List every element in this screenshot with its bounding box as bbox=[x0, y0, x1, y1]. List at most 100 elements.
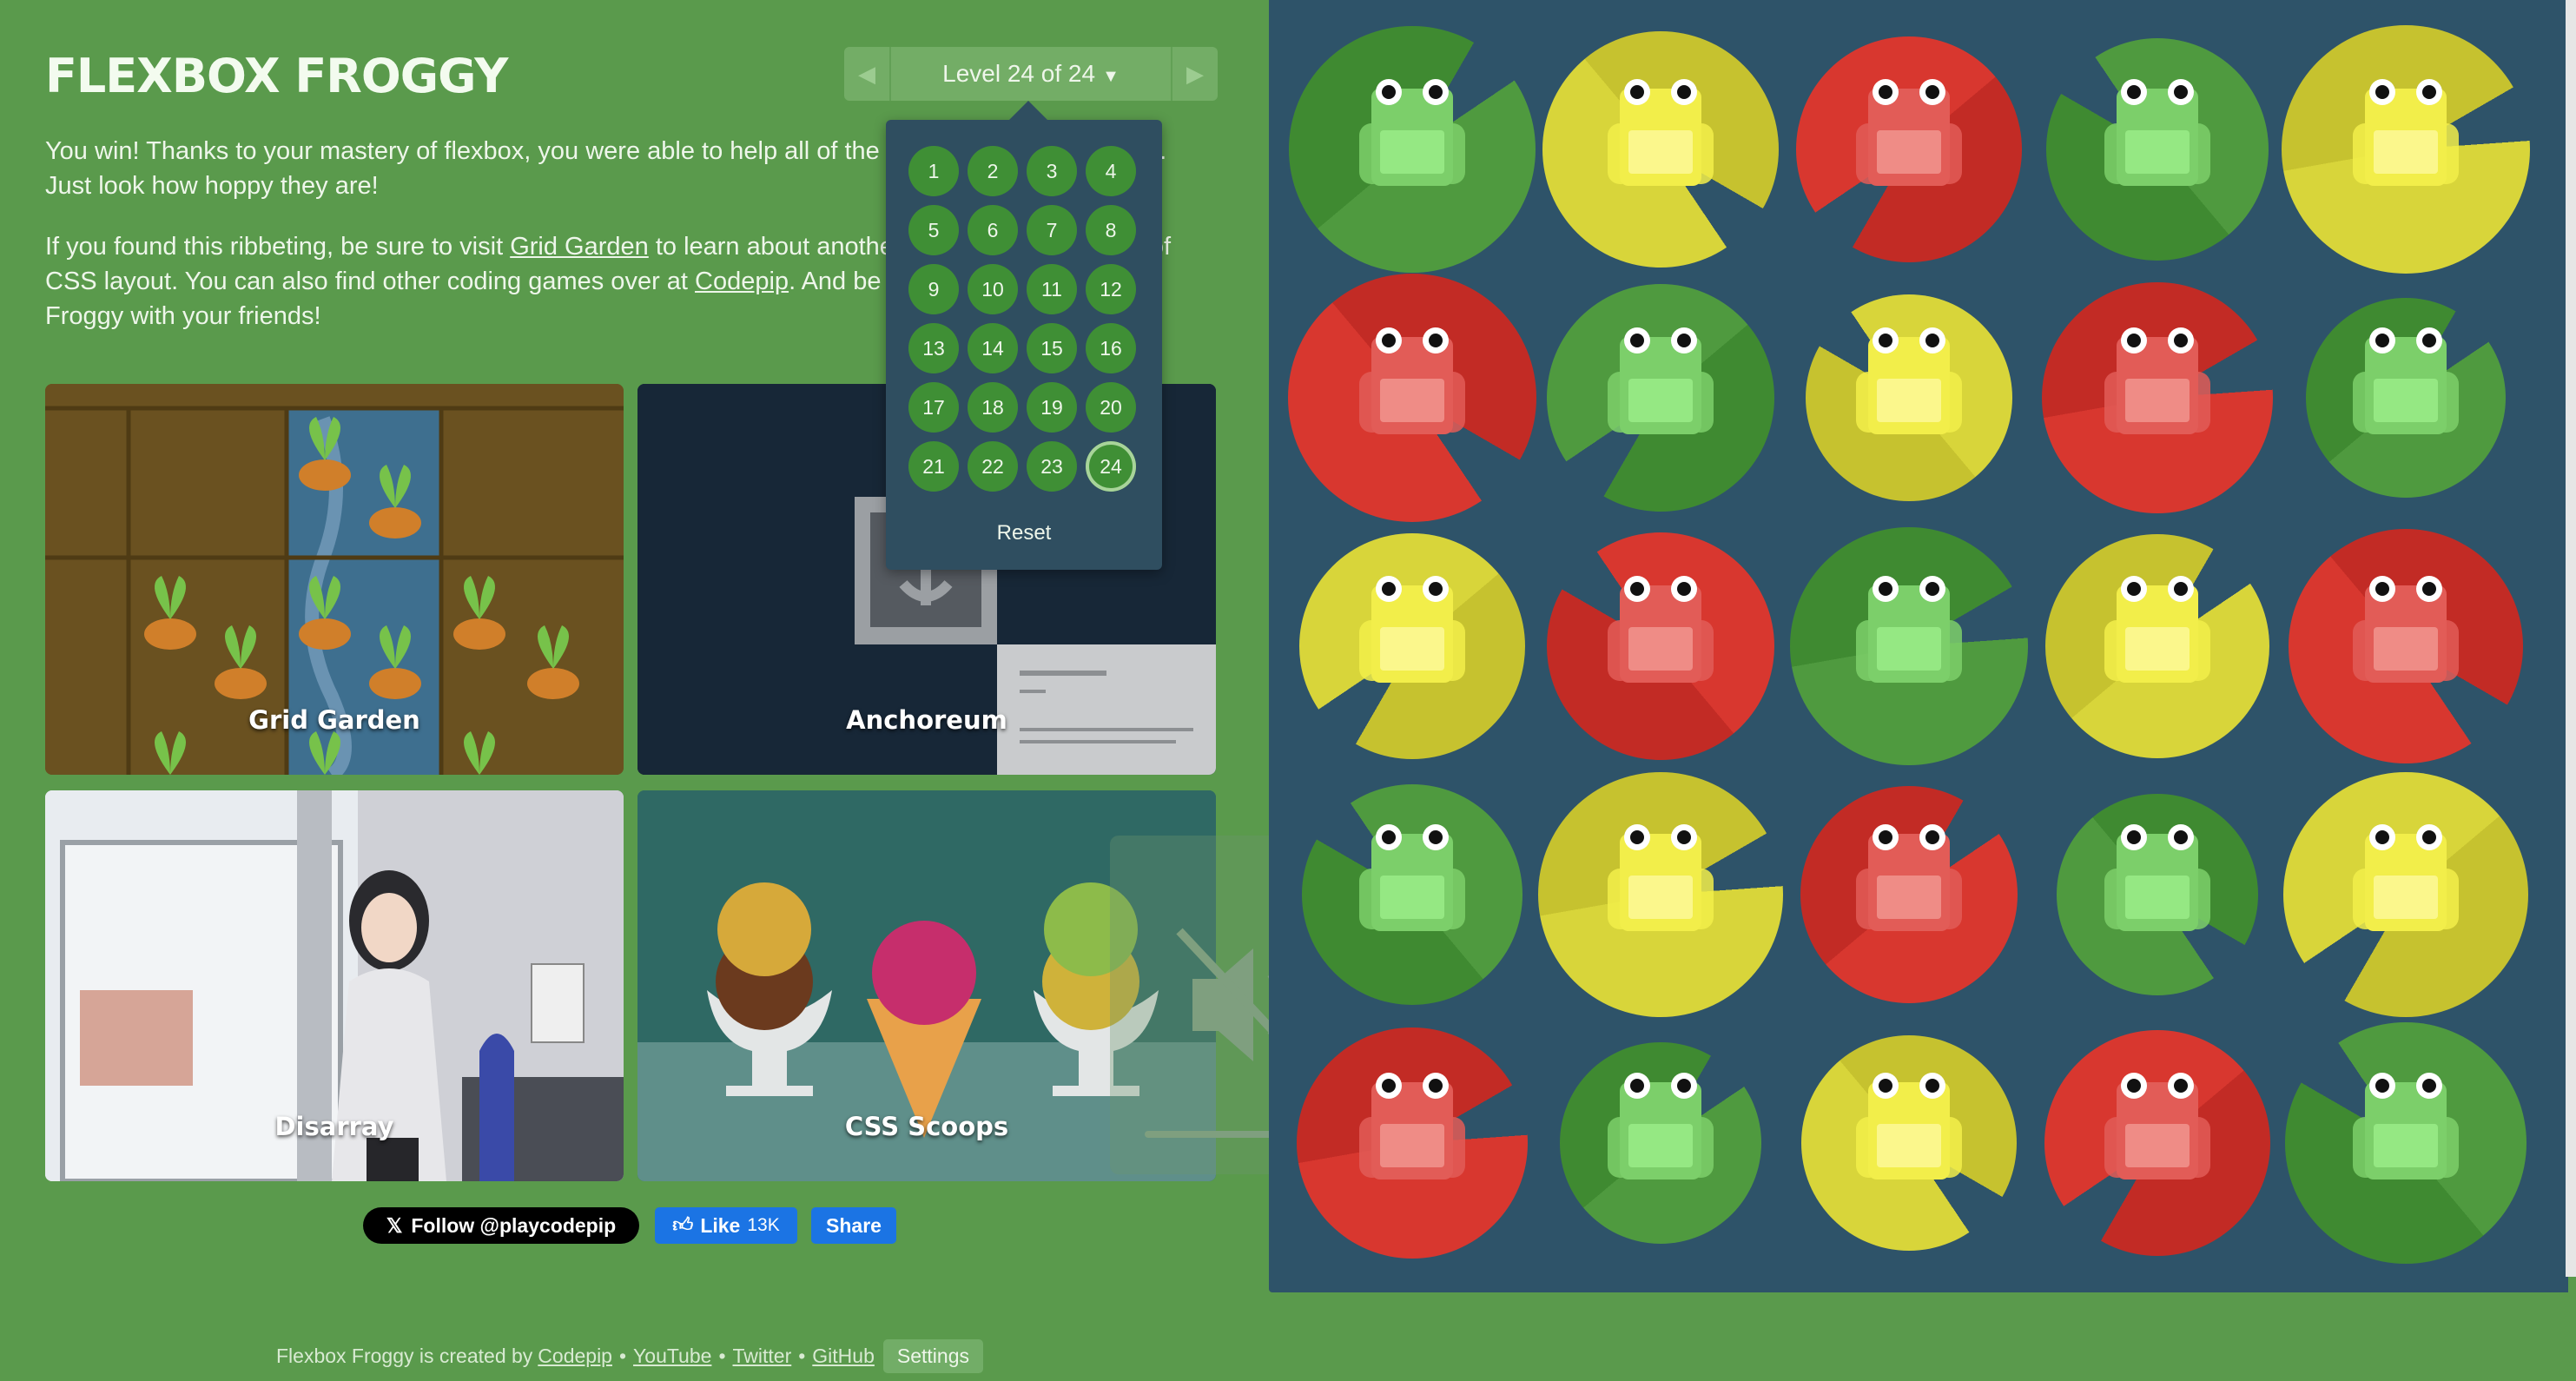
pond-board bbox=[1269, 0, 2568, 1292]
lilypad-yellow bbox=[2282, 25, 2530, 274]
level-button-8[interactable]: 8 bbox=[1086, 205, 1136, 255]
lilypad-yellow bbox=[1542, 31, 1779, 268]
caret-down-icon: ▼ bbox=[1102, 67, 1120, 86]
disarray-label: Disarray bbox=[274, 1112, 394, 1141]
triangle-left-icon[interactable]: ◀ bbox=[844, 47, 891, 101]
level-button-13[interactable]: 13 bbox=[908, 323, 959, 373]
frog-red bbox=[1359, 1073, 1465, 1179]
follow-label: Follow @playcodepip bbox=[411, 1213, 617, 1237]
level-dropdown: 1 2 3 4 5 6 7 8 9 10 11 12 13 14 15 16 17 18 19 20 21 22 23 24 … bbox=[886, 101, 1162, 570]
level-button-17[interactable]: 17 bbox=[908, 382, 959, 433]
level-button-16[interactable]: 16 bbox=[1086, 323, 1136, 373]
frog-yellow bbox=[1608, 824, 1714, 931]
thumbs-up-icon: 👍︎ bbox=[672, 1213, 694, 1236]
level-button-14[interactable]: 14 bbox=[968, 323, 1018, 373]
frog-red bbox=[1359, 327, 1465, 434]
level-button-4[interactable]: 4 bbox=[1086, 146, 1136, 196]
lilypad-yellow bbox=[2283, 772, 2528, 1017]
lilypad-red bbox=[2044, 1030, 2270, 1256]
frog-green bbox=[1359, 79, 1465, 186]
frog-green bbox=[1608, 327, 1714, 434]
codepip-link[interactable]: Codepip bbox=[695, 268, 789, 295]
level-button-19[interactable]: 19 bbox=[1027, 382, 1077, 433]
frog-yellow bbox=[2104, 576, 2210, 683]
frog-red bbox=[2104, 327, 2210, 434]
frog-yellow bbox=[1608, 79, 1714, 186]
disarray-card[interactable]: Disarray bbox=[45, 790, 624, 1181]
lilypad-red bbox=[1547, 532, 1774, 760]
frog-red bbox=[1856, 79, 1962, 186]
footer: Flexbox Froggy is created by Codepip • Yo… bbox=[276, 1339, 983, 1373]
level-button-21[interactable]: 21 bbox=[908, 441, 959, 492]
level-button-7[interactable]: 7 bbox=[1027, 205, 1077, 255]
level-grid: 1 2 3 4 5 6 7 8 9 10 11 12 13 14 15 16 17 18 19 20 21 22 23 24 bbox=[908, 146, 1152, 492]
level-navigator: ◀ Level 24 of 24 ▼ ▶ bbox=[844, 47, 1218, 101]
lilypad-green bbox=[2306, 298, 2506, 498]
frog-yellow bbox=[1359, 576, 1465, 683]
codepip-footer-link[interactable]: Codepip bbox=[538, 1345, 612, 1368]
frog-red bbox=[1608, 576, 1714, 683]
frog-green bbox=[1359, 824, 1465, 931]
grid-garden-card[interactable]: Grid Garden bbox=[45, 384, 624, 775]
lilypad-green bbox=[1302, 784, 1522, 1005]
level-button-2[interactable]: 2 bbox=[968, 146, 1018, 196]
footer-prefix: Flexbox Froggy is created by bbox=[276, 1345, 533, 1367]
lilypad-yellow bbox=[1299, 533, 1525, 759]
facebook-like-button[interactable]: 👍︎ Like 13K bbox=[655, 1207, 797, 1244]
frog-yellow bbox=[2353, 79, 2459, 186]
triangle-right-icon[interactable]: ▶ bbox=[1171, 47, 1218, 101]
lilypad-yellow bbox=[1806, 294, 2012, 501]
lilypad-red bbox=[2042, 282, 2273, 513]
settings-button[interactable]: Settings bbox=[882, 1339, 983, 1373]
frog-red bbox=[2353, 576, 2459, 683]
level-button-24[interactable]: 24 bbox=[1086, 441, 1136, 492]
lilypad-yellow bbox=[1538, 772, 1783, 1017]
level-button-3[interactable]: 3 bbox=[1027, 146, 1077, 196]
level-button-1[interactable]: 1 bbox=[908, 146, 959, 196]
level-label: Level 24 of 24 bbox=[942, 60, 1096, 87]
frog-yellow bbox=[1856, 1073, 1962, 1179]
lilypad-green bbox=[1289, 26, 1536, 273]
lilypad-green bbox=[1790, 527, 2028, 765]
youtube-link[interactable]: YouTube bbox=[633, 1345, 711, 1368]
level-button-15[interactable]: 15 bbox=[1027, 323, 1077, 373]
lilypad-yellow bbox=[1801, 1035, 2017, 1251]
level-indicator[interactable]: Level 24 of 24 ▼ bbox=[891, 60, 1171, 88]
like-count: 13K bbox=[747, 1215, 780, 1235]
level-button-18[interactable]: 18 bbox=[968, 382, 1018, 433]
lilypad-red bbox=[1796, 36, 2022, 262]
level-button-23[interactable]: 23 bbox=[1027, 441, 1077, 492]
level-button-22[interactable]: 22 bbox=[968, 441, 1018, 492]
frog-red bbox=[1856, 824, 1962, 931]
level-button-10[interactable]: 10 bbox=[968, 264, 1018, 314]
lilypad-red bbox=[1288, 274, 1536, 522]
lilypad-green bbox=[1560, 1042, 1761, 1244]
grid-garden-link[interactable]: Grid Garden bbox=[510, 233, 649, 261]
frog-green bbox=[1608, 1073, 1714, 1179]
frog-green bbox=[2104, 824, 2210, 931]
lilypad-green bbox=[2057, 794, 2258, 995]
game-panel: FLEXBOX FROGGY ◀ Level 24 of 24 ▼ ▶ You w… bbox=[0, 0, 1362, 1381]
frog-yellow bbox=[1856, 327, 1962, 434]
frog-red bbox=[2104, 1073, 2210, 1179]
github-link[interactable]: GitHub bbox=[812, 1345, 875, 1368]
scrollbar[interactable] bbox=[2566, 0, 2576, 1277]
page-title: FLEXBOX FROGGY bbox=[45, 49, 508, 103]
x-follow-button[interactable]: 𝕏 Follow @playcodepip bbox=[363, 1207, 639, 1244]
level-button-11[interactable]: 11 bbox=[1027, 264, 1077, 314]
frog-green bbox=[2353, 1073, 2459, 1179]
facebook-share-button[interactable]: Share bbox=[811, 1207, 896, 1244]
lilypad-green bbox=[2046, 38, 2269, 261]
level-button-9[interactable]: 9 bbox=[908, 264, 959, 314]
frog-green bbox=[1856, 576, 1962, 683]
lilypad-red bbox=[1800, 786, 2018, 1003]
level-button-6[interactable]: 6 bbox=[968, 205, 1018, 255]
level-button-12[interactable]: 12 bbox=[1086, 264, 1136, 314]
twitter-link[interactable]: Twitter bbox=[733, 1345, 792, 1368]
reset-button[interactable]: Reset bbox=[886, 521, 1162, 545]
level-button-20[interactable]: 20 bbox=[1086, 382, 1136, 433]
level-button-5[interactable]: 5 bbox=[908, 205, 959, 255]
frog-green bbox=[2353, 327, 2459, 434]
like-label: Like bbox=[700, 1213, 741, 1237]
lilypad-yellow bbox=[2045, 534, 2269, 758]
